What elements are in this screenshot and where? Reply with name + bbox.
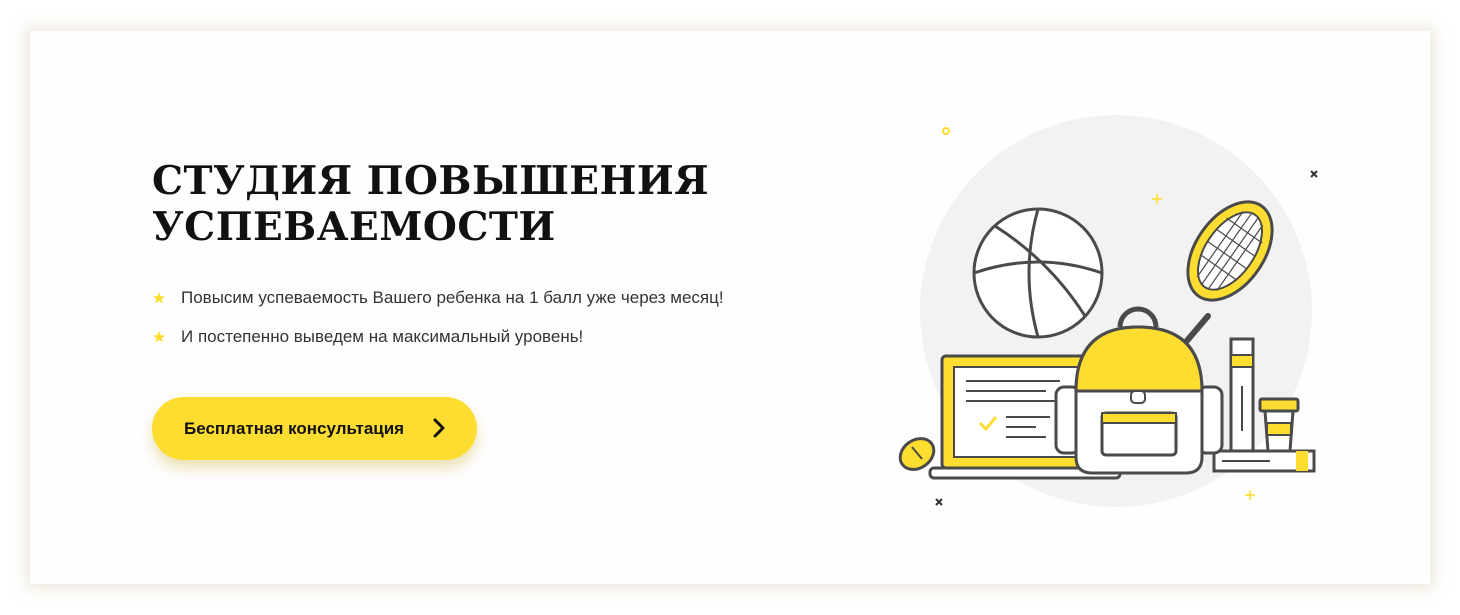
decor-cross-icon	[1310, 170, 1318, 178]
decor-cross-icon	[935, 498, 943, 506]
decor-plus-icon	[1245, 490, 1255, 500]
button-label: Бесплатная консультация	[184, 418, 405, 438]
star-icon	[153, 291, 165, 303]
basketball-icon	[972, 207, 1104, 339]
decor-ring-icon	[942, 127, 950, 135]
benefit-text: Повысим успеваемость Вашего ребенка на 1…	[181, 287, 724, 307]
list-item: Повысим успеваемость Вашего ребенка на 1…	[152, 278, 724, 317]
school-supplies-illustration	[898, 115, 1318, 507]
chevron-right-icon	[433, 418, 445, 438]
page-title: СТУДИЯ ПОВЫШЕНИЯ УСПЕВАЕМОСТИ	[152, 158, 712, 250]
benefits-list: Повысим успеваемость Вашего ребенка на 1…	[152, 278, 724, 356]
title-line-1: СТУДИЯ ПОВЫШЕНИЯ	[152, 158, 710, 204]
free-consultation-button[interactable]: Бесплатная консультация	[152, 397, 477, 460]
coffee-cup-icon	[1258, 397, 1300, 453]
benefit-text: И постепенно выведем на максимальный уро…	[181, 326, 584, 346]
title-line-2: УСПЕВАЕМОСТИ	[152, 204, 556, 250]
star-icon	[153, 330, 165, 342]
hero-card: СТУДИЯ ПОВЫШЕНИЯ УСПЕВАЕМОСТИ Повысим ус…	[30, 31, 1430, 584]
list-item: И постепенно выведем на максимальный уро…	[152, 317, 724, 356]
